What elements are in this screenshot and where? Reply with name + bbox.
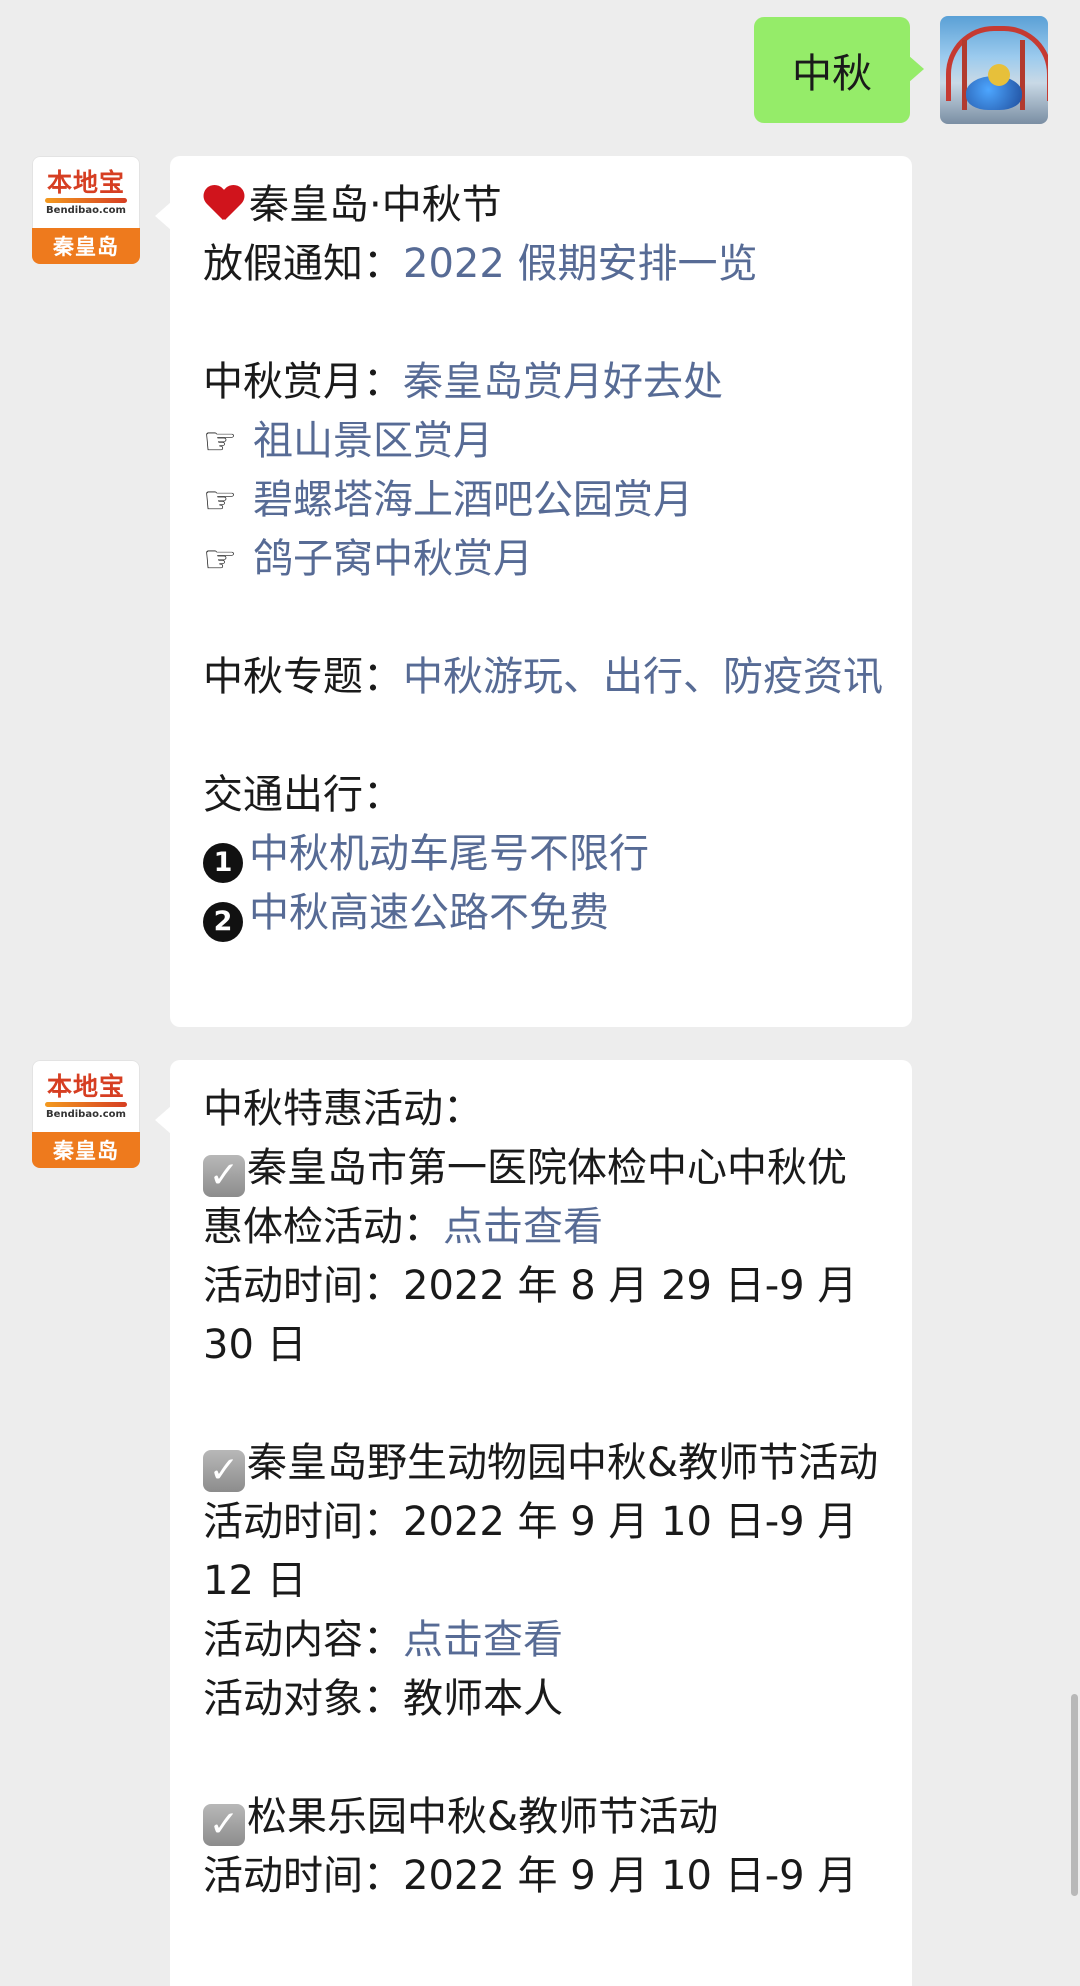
logo-swoosh bbox=[45, 1101, 127, 1107]
scroll-indicator[interactable] bbox=[1071, 1694, 1078, 1896]
activity-3-title-text: 松果乐园中秋&教师节活动 bbox=[247, 1794, 719, 1840]
moon-spot-item: ☞ 祖山景区赏月 bbox=[203, 412, 886, 471]
sender-logo: 本地宝 Bendibao.com bbox=[32, 156, 140, 228]
logo-swoosh bbox=[45, 197, 127, 203]
activity-2-content: 活动内容：点击查看 bbox=[203, 1611, 886, 1670]
activity-2-content-label: 活动内容： bbox=[203, 1617, 403, 1663]
topic-line: 中秋专题：中秋游玩、出行、防疫资讯 bbox=[203, 648, 886, 707]
activity-3-time: 活动时间：2022 年 9 月 10 日-9 月 bbox=[203, 1853, 858, 1899]
logo-city-label: 秦皇岛 bbox=[32, 1132, 140, 1168]
avatar-ride-decoration bbox=[988, 64, 1010, 86]
activity-2-link[interactable]: 点击查看 bbox=[403, 1617, 563, 1663]
outgoing-message-text: 中秋 bbox=[792, 51, 872, 97]
activity-1-title: ✓ 秦皇岛市第一医院体检中心中秋优惠体检活动：点击查看 bbox=[203, 1139, 886, 1257]
message-title-line: 秦皇岛·中秋节 bbox=[203, 176, 886, 235]
sender-avatar[interactable]: 本地宝 Bendibao.com 秦皇岛 bbox=[32, 156, 140, 264]
topic-link[interactable]: 中秋游玩、出行、防疫资讯 bbox=[403, 654, 883, 700]
pointing-hand-icon: ☞ bbox=[203, 537, 238, 581]
logo-domain-text: Bendibao.com bbox=[46, 204, 126, 216]
moon-spot-link[interactable]: 祖山景区赏月 bbox=[253, 418, 493, 464]
moon-spot-item: ☞ 鸽子窝中秋赏月 bbox=[203, 530, 886, 589]
activity-2-title: ✓ 秦皇岛野生动物园中秋&教师节活动 bbox=[203, 1434, 886, 1493]
pointing-hand-icon: ☞ bbox=[203, 419, 238, 463]
checkbox-icon: ✓ bbox=[203, 1804, 245, 1846]
self-avatar[interactable] bbox=[940, 16, 1048, 124]
red-heart-icon bbox=[203, 184, 247, 224]
promo-heading: 中秋特惠活动： bbox=[203, 1086, 483, 1132]
logo-brand-text: 本地宝 bbox=[46, 1071, 125, 1101]
outgoing-message-bubble[interactable]: 中秋 bbox=[754, 17, 924, 123]
logo-brand-text: 本地宝 bbox=[46, 167, 125, 197]
sender-logo: 本地宝 Bendibao.com bbox=[32, 1060, 140, 1132]
logo-city-label: 秦皇岛 bbox=[32, 228, 140, 264]
sender-avatar[interactable]: 本地宝 Bendibao.com 秦皇岛 bbox=[32, 1060, 140, 1168]
moon-spot-link[interactable]: 碧螺塔海上酒吧公园赏月 bbox=[253, 477, 693, 523]
activity-3-title: ✓ 松果乐园中秋&教师节活动 bbox=[203, 1788, 886, 1847]
moon-line: 中秋赏月：秦皇岛赏月好去处 bbox=[203, 353, 886, 412]
moon-link[interactable]: 秦皇岛赏月好去处 bbox=[403, 359, 723, 405]
topic-label: 中秋专题： bbox=[203, 654, 403, 700]
traffic-link[interactable]: 中秋高速公路不免费 bbox=[249, 890, 609, 936]
holiday-label: 放假通知： bbox=[203, 241, 403, 287]
logo-domain-text: Bendibao.com bbox=[46, 1108, 126, 1120]
moon-spot-link[interactable]: 鸽子窝中秋赏月 bbox=[253, 536, 533, 582]
traffic-label: 交通出行： bbox=[203, 772, 403, 818]
number-two-badge: 2 bbox=[203, 901, 243, 942]
traffic-item: 2 中秋高速公路不免费 bbox=[203, 884, 886, 943]
activity-2-time: 活动时间：2022 年 9 月 10 日-9 月 12 日 bbox=[203, 1499, 858, 1604]
moon-label: 中秋赏月： bbox=[203, 359, 403, 405]
message-title: 秦皇岛·中秋节 bbox=[249, 182, 502, 228]
activity-2-title-text: 秦皇岛野生动物园中秋&教师节活动 bbox=[247, 1440, 879, 1486]
holiday-line: 放假通知：2022 假期安排一览 bbox=[203, 235, 886, 294]
checkbox-icon: ✓ bbox=[203, 1450, 245, 1492]
incoming-message-bubble: 中秋特惠活动： ✓ 秦皇岛市第一医院体检中心中秋优惠体检活动：点击查看 活动时间：… bbox=[155, 1060, 912, 1986]
checkbox-icon: ✓ bbox=[203, 1155, 245, 1197]
moon-spot-item: ☞ 碧螺塔海上酒吧公园赏月 bbox=[203, 471, 886, 530]
chat-screen: 中秋 本地宝 Bendibao.com 秦皇岛 秦皇岛·中秋节 放假通知：202… bbox=[0, 0, 1080, 1986]
incoming-message-bubble: 秦皇岛·中秋节 放假通知：2022 假期安排一览 中秋赏月：秦皇岛赏月好去处 ☞… bbox=[155, 156, 912, 1027]
activity-2-target: 活动对象：教师本人 bbox=[203, 1676, 563, 1722]
number-one-badge: 1 bbox=[203, 842, 243, 883]
activity-1-link[interactable]: 点击查看 bbox=[443, 1204, 603, 1250]
traffic-link[interactable]: 中秋机动车尾号不限行 bbox=[249, 831, 649, 877]
activity-1-time: 活动时间：2022 年 8 月 29 日-9 月 30 日 bbox=[203, 1263, 858, 1368]
traffic-item: 1 中秋机动车尾号不限行 bbox=[203, 825, 886, 884]
holiday-link[interactable]: 2022 假期安排一览 bbox=[403, 241, 758, 287]
pointing-hand-icon: ☞ bbox=[203, 478, 238, 522]
